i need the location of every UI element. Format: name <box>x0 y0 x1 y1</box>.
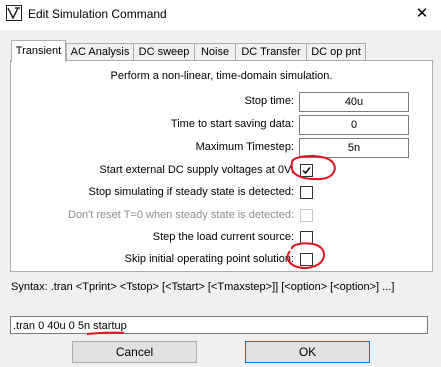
tab-dc-transfer[interactable]: DC Transfer <box>235 43 307 61</box>
tab-noise[interactable]: Noise <box>194 43 236 61</box>
start-saving-input[interactable]: 0 <box>299 115 409 135</box>
transient-panel: Perform a non-linear, time-domain simula… <box>10 60 433 272</box>
skip-op-point-checkbox[interactable] <box>300 253 313 266</box>
tab-dc-sweep[interactable]: DC sweep <box>133 43 195 61</box>
command-input[interactable]: .tran 0 40u 0 5n startup <box>10 316 428 334</box>
step-load-checkbox[interactable] <box>300 231 313 244</box>
tab-dc-op-pnt[interactable]: DC op pnt <box>306 43 366 61</box>
syntax-text: Syntax: .tran <Tprint> <Tstop> [<Tstart>… <box>11 281 395 293</box>
check-mark-icon <box>302 167 311 175</box>
ok-button[interactable]: OK <box>245 341 370 363</box>
cancel-button[interactable]: Cancel <box>72 341 197 363</box>
max-timestep-label: Maximum Timestep: <box>195 141 294 153</box>
start-dc-supply-label: Start external DC supply voltages at 0V: <box>99 164 294 176</box>
tab-transient[interactable]: Transient <box>11 40 66 62</box>
window-title: Edit Simulation Command <box>28 7 167 21</box>
max-timestep-input[interactable]: 5n <box>299 138 409 158</box>
ltspice-icon <box>6 5 22 21</box>
stop-time-input[interactable]: 40u <box>299 92 409 112</box>
step-load-label: Step the load current source: <box>152 231 294 243</box>
dont-reset-checkbox <box>300 209 313 222</box>
dont-reset-label: Don't reset T=0 when steady state is det… <box>68 209 294 221</box>
stop-time-label: Stop time: <box>244 95 294 107</box>
skip-op-point-label: Skip initial operating point solution: <box>124 253 294 265</box>
panel-description: Perform a non-linear, time-domain simula… <box>110 70 333 82</box>
start-saving-label: Time to start saving data: <box>170 118 294 130</box>
steady-state-stop-checkbox[interactable] <box>300 186 313 199</box>
start-dc-supply-checkbox[interactable] <box>300 164 313 177</box>
tab-ac-analysis[interactable]: AC Analysis <box>66 43 134 61</box>
title-bar: Edit Simulation Command ✕ <box>0 0 441 30</box>
close-button[interactable]: ✕ <box>411 4 433 24</box>
steady-state-stop-label: Stop simulating if steady state is detec… <box>88 186 294 198</box>
